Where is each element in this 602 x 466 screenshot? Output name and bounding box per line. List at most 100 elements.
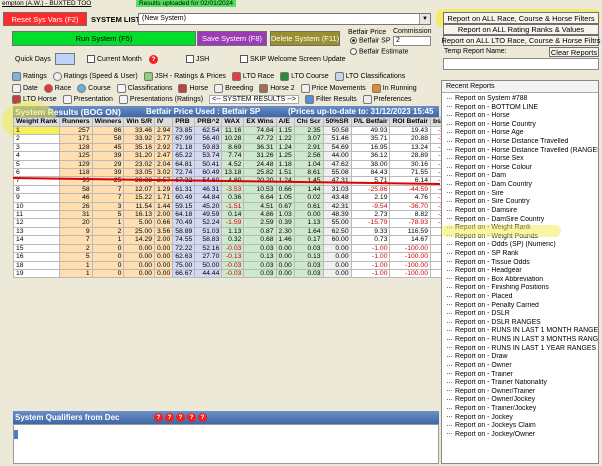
- list-item[interactable]: Report on - Odds (SP) (Numeric): [447, 241, 598, 250]
- betfair-sp-radio[interactable]: Betfair SP: [350, 37, 391, 44]
- list-item[interactable]: Report on - Headgear: [447, 267, 598, 276]
- tab-lto-course[interactable]: LTO Course: [280, 72, 329, 81]
- col-header[interactable]: P/L Betfair: [350, 117, 391, 127]
- tab-ratings-speed-user[interactable]: Ratings (Speed & User): [52, 72, 138, 81]
- skip-welcome-checkbox[interactable]: SKIP Welcome Screen Update: [240, 55, 345, 63]
- table-row[interactable]: 3 128 45 35.16 2.92 71.18 59.83 8.69 36.31 1.24 2.…: [12, 142, 461, 153]
- list-item[interactable]: Report on - Dam Country: [447, 181, 598, 190]
- report-all-lto-button[interactable]: Report on ALL LTO Race, Course & Horse F…: [441, 35, 601, 46]
- list-item[interactable]: Report on - BOTTOM LINE: [447, 104, 598, 113]
- table-row[interactable]: 12 20 1 5.00 0.66 70.49 52.24 -1.59 2.59 0.39 1.13…: [12, 218, 461, 228]
- report-all-rating-ranks-button[interactable]: Report on ALL Rating Ranks & Values: [443, 24, 599, 35]
- list-item[interactable]: Report on - Jockeys Claim: [447, 422, 598, 431]
- tab-course[interactable]: Course: [77, 84, 111, 93]
- help-icon[interactable]: ?: [154, 413, 163, 422]
- tab-filter-results[interactable]: Filter Results: [304, 95, 357, 104]
- temp-report-name-input[interactable]: [443, 58, 599, 70]
- table-row[interactable]: 13 9 2 25.00 3.56 58.89 51.03 1.13 0.87 2.30 1.64 6…: [12, 226, 461, 237]
- tab-preferences[interactable]: Preferences: [362, 95, 412, 104]
- save-system-button[interactable]: Save System (F8): [197, 31, 267, 46]
- list-item[interactable]: Report on - RUNS IN LAST 1 MONTH RANGES: [447, 327, 598, 336]
- col-header[interactable]: WAX: [221, 117, 245, 127]
- list-item[interactable]: Report on System #788: [447, 95, 598, 104]
- col-header[interactable]: PRB^2: [194, 117, 223, 127]
- list-item[interactable]: Report on - SP Rank: [447, 250, 598, 259]
- list-item[interactable]: Report on - DSLR RANGES: [447, 319, 598, 328]
- table-row[interactable]: 19 1 0 0.00 0.00 66.67 44.44 -0.03 0.03 0.00 0.03 0…: [12, 268, 461, 279]
- list-item[interactable]: Report on - Horse Age: [447, 129, 598, 138]
- tab-system-results[interactable]: <-- SYSTEM RESULTS -->: [209, 95, 299, 104]
- list-item[interactable]: Report on - Horse Colour: [447, 164, 598, 173]
- delete-system-button[interactable]: Delete System (F11): [270, 31, 340, 46]
- list-item[interactable]: Report on - Tissue Odds: [447, 259, 598, 268]
- col-header[interactable]: PRB: [172, 117, 196, 127]
- table-row[interactable]: 1 257 86 33.46 2.94 73.85 62.54 11.16 74.84 1.15 2…: [12, 125, 461, 136]
- list-item[interactable]: Report on - RUNS IN LAST 3 MONTHS RANGES: [447, 336, 598, 345]
- recent-reports-tab[interactable]: Recent Reports: [442, 81, 598, 93]
- list-item[interactable]: Report on - Horse Distance Travelled: [447, 138, 598, 147]
- list-item[interactable]: Report on - Trainer/Jockey: [447, 405, 598, 414]
- tab-horse[interactable]: Horse: [178, 84, 208, 93]
- list-item[interactable]: Report on - RUNS IN LAST 1 YEAR RANGES: [447, 345, 598, 354]
- table-row[interactable]: 8 58 7 12.07 1.29 61.31 46.31 -3.53 10.53 0.66 1.4…: [12, 184, 461, 195]
- list-item[interactable]: Report on - Jockey/Owner: [447, 431, 598, 440]
- tab-lto-race[interactable]: LTO Race: [231, 72, 274, 81]
- col-header[interactable]: 50%SR: [322, 117, 352, 127]
- col-header[interactable]: Win S/R: [123, 117, 156, 127]
- quick-days-input[interactable]: [55, 53, 75, 65]
- col-header[interactable]: EX Wins: [243, 117, 277, 127]
- tab-jsh-ratings-prices[interactable]: JSH - Ratings & Prices: [143, 72, 226, 81]
- table-row[interactable]: 6 118 39 33.05 3.02 72.74 60.49 13.18 25.82 1.51 8…: [12, 168, 461, 178]
- list-item[interactable]: Report on - Owner: [447, 362, 598, 371]
- help-icon[interactable]: ?: [198, 413, 207, 422]
- jsh-checkbox[interactable]: JSH: [186, 55, 209, 63]
- tab-date[interactable]: Date: [12, 84, 38, 93]
- list-item[interactable]: Report on - Penalty Carried: [447, 302, 598, 311]
- help-icon[interactable]: ?: [187, 413, 196, 422]
- tab-price-movements[interactable]: Price Movements: [300, 84, 366, 93]
- table-row[interactable]: 14 7 1 14.29 2.00 74.55 58.83 0.32 0.68 1.46 0.17 6…: [12, 235, 461, 245]
- table-row[interactable]: 18 1 0 0.00 0.00 75.00 50.00 -0.03 0.03 0.00 0.03 0…: [12, 260, 461, 270]
- list-item[interactable]: Report on - Horse: [447, 112, 598, 121]
- tab-presentation[interactable]: Presentation: [62, 95, 113, 104]
- betfair-estimate-radio[interactable]: Betfair Estimate: [350, 48, 408, 55]
- table-row[interactable]: 9 46 7 15.22 1.71 60.49 44.84 0.36 6.64 1.05 0.02 4…: [12, 193, 461, 203]
- col-header[interactable]: ROI Betfair: [389, 117, 431, 127]
- tab-presentations-ratings[interactable]: Presentations (Ratings): [118, 95, 203, 104]
- list-item[interactable]: Report on - Horse Sex: [447, 155, 598, 164]
- list-item[interactable]: Report on - DamSire Country: [447, 216, 598, 225]
- current-month-checkbox[interactable]: Current Month: [87, 55, 142, 63]
- list-item[interactable]: Report on - Trainer Nationality: [447, 379, 598, 388]
- clear-reports-button[interactable]: Clear Reports: [549, 47, 599, 57]
- table-row[interactable]: 15 2 0 0.00 0.00 72.22 52.16 -0.03 0.03 0.00 0.03 0…: [12, 243, 461, 254]
- tab-race[interactable]: Race: [43, 84, 71, 93]
- run-system-button[interactable]: Run System (F5): [12, 31, 196, 46]
- tab-breeding[interactable]: Breeding: [214, 84, 253, 93]
- help-icon[interactable]: ?: [149, 55, 158, 64]
- list-item[interactable]: Report on - Box Abbreviation: [447, 276, 598, 285]
- list-item[interactable]: Report on - DSLR: [447, 310, 598, 319]
- list-item[interactable]: Report on - Horse Country: [447, 121, 598, 130]
- table-row[interactable]: 11 31 5 16.13 2.00 64.18 49.59 0.14 4.86 1.03 0.00…: [12, 210, 461, 220]
- commission-input[interactable]: 2: [393, 36, 431, 46]
- list-item[interactable]: Report on - Finishing Positions: [447, 284, 598, 293]
- tab-horse-2[interactable]: Horse 2: [259, 84, 295, 93]
- list-item[interactable]: Report on - Owner/Trainer: [447, 388, 598, 397]
- qualifiers-table[interactable]: [13, 424, 439, 464]
- reset-sys-vars-button[interactable]: Reset Sys Vars (F2): [3, 12, 87, 26]
- col-header[interactable]: Winners: [91, 117, 125, 127]
- table-row[interactable]: 16 5 0 0.00 0.00 62.63 27.70 -0.13 0.13 0.00 0.13 0…: [12, 252, 461, 262]
- col-header[interactable]: Runners: [59, 117, 93, 127]
- col-header[interactable]: IV: [154, 117, 174, 127]
- chevron-down-icon[interactable]: ▼: [419, 14, 430, 24]
- table-row[interactable]: 4 125 39 31.20 2.47 65.22 53.74 7.74 31.26 1.25 2.…: [12, 151, 461, 161]
- list-item[interactable]: Report on - Placed: [447, 293, 598, 302]
- tab-ratings[interactable]: Ratings: [12, 72, 47, 81]
- table-row[interactable]: 5 129 29 23.02 2.04 64.81 50.41 4.52 24.48 1.18 1.…: [12, 159, 461, 170]
- system-list-select[interactable]: (New System) ▼: [138, 13, 431, 25]
- table-row[interactable]: 2 171 58 33.92 2.77 67.99 56.40 10.28 47.72 1.22 3…: [12, 134, 461, 144]
- tab-lto-classifications[interactable]: LTO Classifications: [334, 72, 405, 81]
- list-item[interactable]: Report on - Horse Distance Travelled (RA…: [447, 147, 598, 156]
- tab-in-running[interactable]: In Running: [371, 84, 417, 93]
- list-item[interactable]: Report on - Draw: [447, 353, 598, 362]
